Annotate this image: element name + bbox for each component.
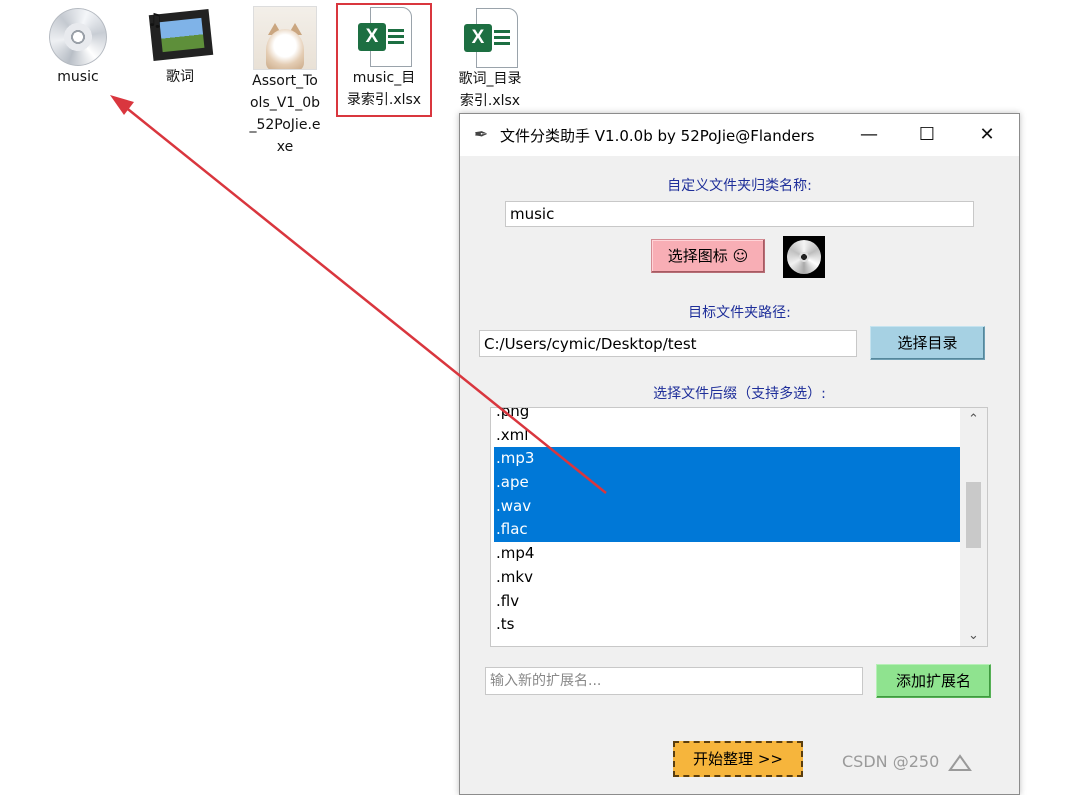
title-bar[interactable]: ✒ 文件分类助手 V1.0.0b by 52PoJie@Flanders — ☐… (460, 114, 1019, 156)
extension-list-item[interactable]: .xml (494, 424, 960, 448)
add-extension-button[interactable]: 添加扩展名 (876, 664, 991, 698)
cd-preview-icon (783, 236, 825, 278)
film-photo-icon: ♫ (147, 8, 214, 66)
watermark-logo-icon (948, 753, 973, 772)
extension-list-item[interactable]: .ts (494, 613, 960, 637)
extensions-listbox[interactable]: .png .xml .mp3 .ape .wav .flac .mp4 .mkv .flv .ts… (490, 407, 988, 647)
desktop-icon-label: 歌词_目录 索引.xlsx (458, 71, 522, 109)
cd-disc-icon (49, 8, 107, 66)
extension-list-item[interactable]: .wav (494, 494, 960, 519)
excel-file-icon: X (464, 8, 518, 68)
desktop-icon-label: music (57, 69, 99, 85)
extension-list-item[interactable]: .flv (494, 590, 960, 614)
new-extension-input[interactable] (485, 667, 863, 695)
desktop-icon-label: Assort_To ols_V1_0b _52PoJie.e xe (249, 73, 321, 155)
scroll-up-icon[interactable]: ⌃ (960, 410, 987, 430)
choose-icon-button[interactable]: 选择图标 ☺ (651, 239, 765, 273)
scroll-down-icon[interactable]: ⌄ (960, 626, 987, 646)
close-button[interactable]: ✕ (964, 120, 1010, 150)
start-organize-button[interactable]: 开始整理 >> (673, 741, 803, 777)
extension-list-item[interactable]: .png (494, 408, 960, 424)
extension-list-item[interactable]: .mkv (494, 566, 960, 590)
desktop-icon-music-index-xlsx[interactable]: X music_目 录索引.xlsx (336, 3, 432, 117)
minimize-button[interactable]: — (846, 120, 892, 150)
maximize-button[interactable]: ☐ (904, 120, 950, 150)
choose-directory-button[interactable]: 选择目录 (870, 326, 985, 360)
desktop-icon-assort-tools-exe[interactable]: Assort_To ols_V1_0b _52PoJie.e xe (240, 6, 330, 158)
extensions-label: 选择文件后缀（支持多选）: (653, 386, 826, 402)
folder-name-input[interactable] (505, 201, 974, 227)
feather-icon: ✒ (474, 125, 489, 145)
extensions-list: .png .xml .mp3 .ape .wav .flac .mp4 .mkv .flv .ts (494, 408, 960, 637)
assort-tools-window: ✒ 文件分类助手 V1.0.0b by 52PoJie@Flanders — ☐… (459, 113, 1020, 795)
watermark-text: CSDN @250 (842, 752, 940, 771)
desktop-icon-lyrics-folder[interactable]: ♫ 歌词 (138, 8, 222, 88)
folder-name-label: 自定义文件夹归类名称: (667, 178, 812, 194)
target-path-input[interactable] (479, 330, 857, 357)
excel-file-icon: X (358, 7, 412, 67)
cat-app-icon (253, 6, 317, 70)
listbox-scrollbar[interactable]: ⌃ ⌄ (960, 408, 987, 646)
desktop-icon-lyrics-index-xlsx[interactable]: X 歌词_目录 索引.xlsx (450, 8, 530, 112)
extension-list-item[interactable]: .ape (494, 471, 960, 495)
extension-list-item[interactable]: .mp3 (494, 447, 960, 472)
window-title: 文件分类助手 V1.0.0b by 52PoJie@Flanders (500, 127, 815, 145)
extension-list-item[interactable]: .mp4 (494, 542, 960, 566)
scrollbar-thumb[interactable] (966, 482, 981, 548)
extension-list-item[interactable]: .flac (494, 518, 960, 543)
target-path-label: 目标文件夹路径: (688, 305, 791, 321)
csdn-watermark: CSDN @250 (842, 752, 973, 772)
desktop-icon-label: music_目 录索引.xlsx (346, 70, 422, 108)
desktop-icon-label: 歌词 (166, 69, 194, 85)
desktop-icon-music-folder[interactable]: music (38, 8, 118, 88)
